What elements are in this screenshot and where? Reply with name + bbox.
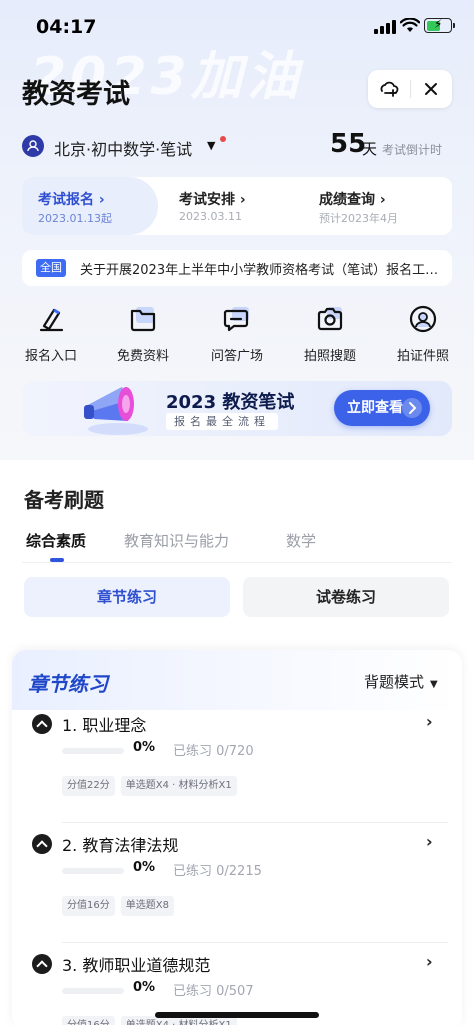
progress-bar [62, 988, 124, 994]
schedule-name: 成绩查询 [319, 192, 375, 208]
header-actions [368, 70, 452, 108]
chapter-name: 1. 职业理念 [62, 716, 147, 735]
question-type-tag: 单选题X4 · 材料分析X1 [120, 776, 237, 796]
megaphone-icon [84, 387, 148, 435]
chapter-panel-title: 章节练习 [28, 672, 108, 696]
home-indicator [155, 1012, 319, 1018]
chapter-tags: 分值16分 单选题X8 [62, 896, 180, 916]
folder-icon [130, 307, 156, 332]
notice-tag: 全国 [36, 259, 66, 277]
person-icon [409, 305, 437, 333]
schedule-date: 2023.03.11 [179, 210, 242, 223]
quick-link-photo-search[interactable]: 拍照搜题 [285, 304, 375, 366]
chevron-right-icon: › [379, 192, 386, 208]
practiced-count: 已练习 0/2215 [173, 864, 262, 879]
schedule-date: 2023.01.13起 [38, 212, 112, 225]
progress-percent: 0% [133, 860, 156, 875]
countdown-unit: 天 [362, 140, 378, 158]
chapter-divider [62, 822, 448, 823]
section-title: 备考刷题 [24, 488, 104, 512]
chevron-right-icon[interactable]: › [426, 952, 433, 971]
page-title: 教资考试 [22, 79, 130, 110]
notice-bar[interactable]: 全国 关于开展2023年上半年中小学教师资格考试（笔试）报名工作的通知 [22, 250, 452, 286]
quick-link-qa[interactable]: 问答广场 [192, 304, 282, 366]
collapse-icon[interactable] [32, 714, 52, 734]
banner-subtitle: 报名最全流程 [166, 413, 278, 430]
schedule-score-query[interactable]: 成绩查询 › 预计2023年4月 [303, 177, 452, 235]
promo-banner[interactable]: 2023 教资笔试 报名最全流程 立即查看 [22, 381, 452, 436]
quick-link-label: 拍照搜题 [303, 349, 356, 364]
banner-title: 2023 教资笔试 [166, 392, 295, 413]
study-mode-dropdown[interactable]: 背题模式 ▼ [364, 671, 438, 692]
camera-icon [317, 307, 343, 331]
quick-link-id-photo[interactable]: 拍证件照 [378, 304, 468, 366]
collapse-icon[interactable] [32, 834, 52, 854]
chapter-item[interactable]: 2. 教育法律法规 › 0% 已练习 0/2215 分值16分 单选题X8 [12, 832, 462, 950]
wifi-icon [400, 18, 420, 32]
exam-schedule: 考试报名 › 2023.01.13起 考试安排 › 2023.03.11 成绩查… [22, 177, 452, 235]
location-row: 北京·初中数学·笔试 ▼ 55 天 考试倒计时 [22, 129, 452, 160]
chapter-divider [62, 942, 448, 943]
chapter-tags: 分值22分 单选题X4 · 材料分析X1 [62, 776, 243, 796]
chevron-right-icon [402, 398, 422, 418]
view-now-label: 立即查看 [347, 400, 403, 416]
cellular-signal-icon [374, 20, 396, 34]
chapter-item[interactable]: 1. 职业理念 › 0% 已练习 0/720 分值22分 单选题X4 · 材料分析… [12, 712, 462, 830]
progress-bar [62, 868, 124, 874]
status-bar: 04:17 ⚡ [0, 0, 474, 56]
chevron-right-icon[interactable]: › [426, 712, 433, 731]
score-tag: 分值16分 [62, 896, 115, 916]
close-icon[interactable] [420, 78, 442, 100]
pen-icon [39, 308, 64, 332]
paper-practice-button[interactable]: 试卷练习 [243, 577, 449, 617]
schedule-arrangement[interactable]: 考试安排 › 2023.03.11 [163, 177, 303, 235]
schedule-name: 考试报名 [38, 192, 94, 208]
quick-link-label: 免费资料 [116, 349, 169, 364]
quick-link-registration[interactable]: 报名入口 [6, 304, 96, 366]
study-mode-label: 背题模式 [364, 673, 425, 691]
score-tag: 分值22分 [62, 776, 115, 796]
chevron-down-icon: ▼ [430, 679, 438, 690]
exam-location-selector[interactable]: 北京·初中数学·笔试 [54, 136, 192, 160]
actions-divider [410, 80, 411, 98]
chapter-name: 3. 教师职业道德规范 [62, 956, 211, 975]
chat-icon [223, 307, 249, 332]
practiced-count: 已练习 0/507 [173, 984, 254, 999]
collapse-icon[interactable] [32, 954, 52, 974]
view-now-button[interactable]: 立即查看 [334, 390, 430, 426]
tab-math[interactable]: 数学 [286, 530, 316, 551]
chevron-right-icon: › [98, 192, 105, 208]
user-avatar-icon[interactable] [22, 135, 44, 157]
schedule-date: 预计2023年4月 [319, 212, 398, 225]
progress-percent: 0% [133, 740, 156, 755]
chevron-down-icon[interactable]: ▼ [207, 139, 215, 152]
chevron-right-icon: › [239, 192, 246, 208]
score-tag: 分值16分 [62, 1016, 115, 1025]
tab-divider [22, 562, 452, 563]
countdown-label: 考试倒计时 [382, 143, 443, 157]
progress-percent: 0% [133, 980, 156, 995]
battery-icon: ⚡ [424, 17, 455, 33]
countdown-days: 55 [330, 129, 367, 159]
add-cloud-icon[interactable] [378, 78, 400, 100]
quick-link-materials[interactable]: 免费资料 [98, 304, 188, 366]
chapter-panel-header: 章节练习 背题模式 ▼ [12, 650, 462, 710]
chapter-panel: 章节练习 背题模式 ▼ 1. 职业理念 › 0% 已练习 0/720 分值22分单… [12, 650, 462, 1025]
quick-link-label: 报名入口 [24, 349, 77, 364]
status-time: 04:17 [36, 16, 97, 38]
quick-link-label: 问答广场 [210, 349, 263, 364]
question-type-tag: 单选题X8 [120, 896, 174, 916]
chapter-name: 2. 教育法律法规 [62, 836, 179, 855]
tab-comprehensive-quality[interactable]: 综合素质 [26, 530, 86, 551]
quick-link-label: 拍证件照 [396, 349, 449, 364]
tab-education-knowledge[interactable]: 教育知识与能力 [124, 530, 229, 551]
progress-bar [62, 748, 124, 754]
chapter-practice-button[interactable]: 章节练习 [24, 577, 230, 617]
chevron-right-icon[interactable]: › [426, 832, 433, 851]
practiced-count: 已练习 0/720 [173, 744, 254, 759]
notification-dot [220, 136, 226, 142]
notice-text[interactable]: 关于开展2023年上半年中小学教师资格考试（笔试）报名工作的通知 [80, 259, 446, 278]
schedule-name: 考试安排 [179, 192, 235, 208]
schedule-registration[interactable]: 考试报名 › 2023.01.13起 [22, 177, 158, 235]
